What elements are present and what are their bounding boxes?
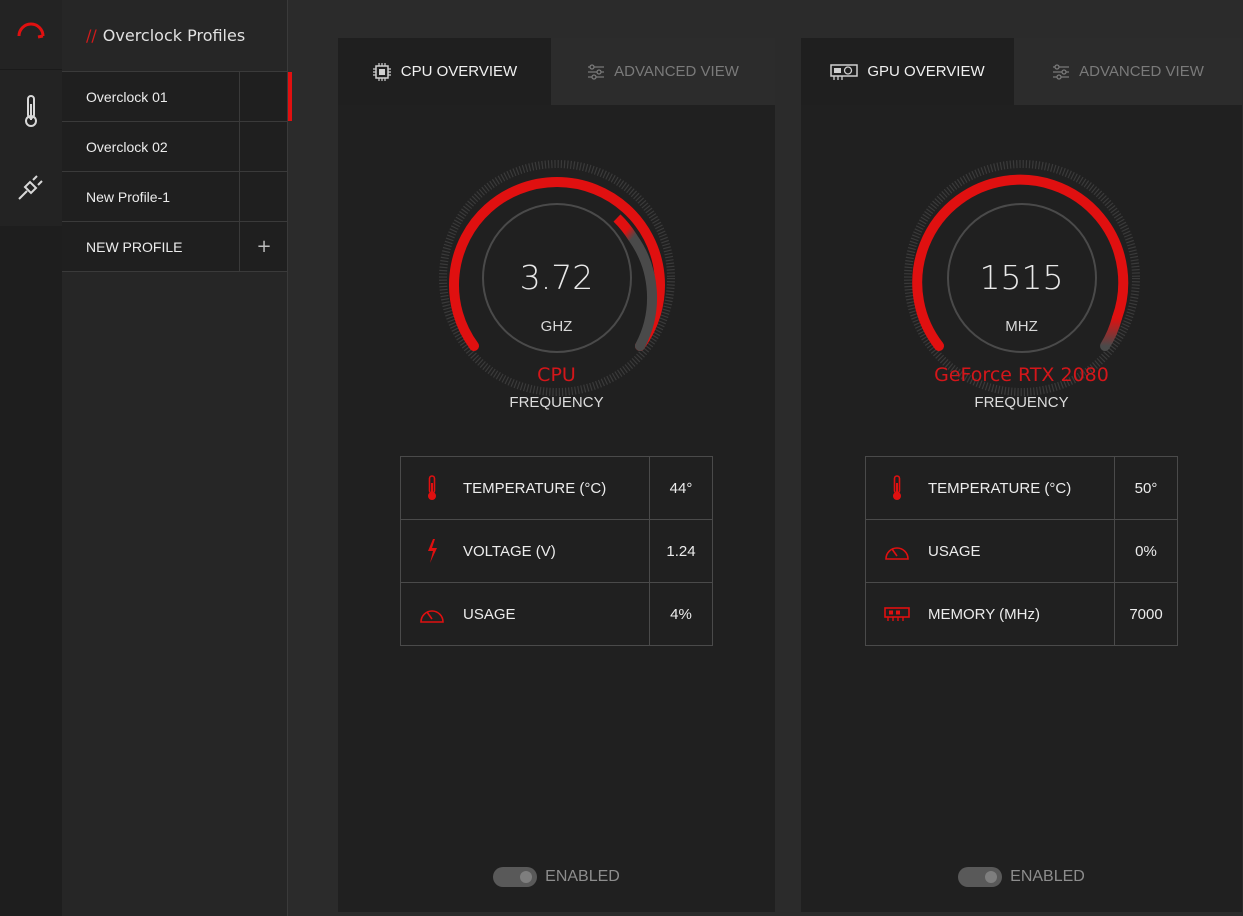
cpu-chip-icon [372, 62, 391, 81]
stat-label: VOLTAGE (V) [463, 520, 650, 582]
tab-gpu-advanced[interactable]: ADVANCED VIEW [1014, 38, 1242, 105]
profile-label: New Profile-1 [86, 188, 171, 205]
toggle-label: ENABLED [1010, 868, 1085, 885]
stat-label: USAGE [928, 520, 1115, 582]
gpu-tabs: GPU OVERVIEW ADVANCED VIEW [801, 38, 1242, 105]
stat-value: 1.24 [666, 542, 696, 560]
gauge-device-name: GeForce RTX 2080 [934, 364, 1109, 386]
profiles-header: // Overclock Profiles [62, 0, 287, 71]
rail-power[interactable] [0, 162, 62, 212]
stat-value: 7000 [1129, 605, 1163, 623]
table-row: TEMPERATURE (°C) 50° [866, 457, 1177, 520]
rail-divider [0, 69, 62, 70]
memory-icon [884, 607, 910, 621]
profile-item-overclock-02[interactable]: Overclock 02 [62, 121, 287, 171]
graphics-card-icon [830, 63, 859, 80]
cpu-enabled-toggle[interactable] [493, 867, 538, 887]
table-row: MEMORY (MHz) 7000 [866, 583, 1177, 645]
tab-cpu-advanced[interactable]: ADVANCED VIEW [551, 38, 775, 105]
gauge-icon [420, 610, 444, 623]
gauge-icon [885, 547, 909, 560]
tab-gpu-overview[interactable]: GPU OVERVIEW [801, 38, 1014, 105]
new-profile-row[interactable]: NEW PROFILE + [62, 221, 287, 272]
profile-label: Overclock 01 [86, 88, 168, 105]
gpu-stats-table: TEMPERATURE (°C) 50° USAGE 0% MEMORY (MH… [865, 456, 1178, 646]
tab-label: GPU OVERVIEW [867, 63, 985, 80]
thermometer-icon [893, 475, 901, 500]
gauge-unit: GHZ [540, 318, 573, 335]
cpu-frequency-gauge: 3.72 GHZ [437, 158, 677, 398]
table-row: USAGE 4% [401, 583, 712, 645]
cpu-panel: CPU OVERVIEW ADVANCED VIEW 3.72 GHZ CPU … [338, 38, 775, 912]
tab-label: ADVANCED VIEW [1079, 63, 1204, 80]
profile-side-cell [239, 172, 288, 221]
tab-cpu-overview[interactable]: CPU OVERVIEW [338, 38, 551, 105]
speedometer-icon [17, 22, 45, 39]
cpu-enable-toggle-group: ENABLED [338, 867, 775, 887]
rail-speedometer[interactable] [0, 5, 62, 55]
new-profile-label: NEW PROFILE [86, 238, 183, 255]
profile-side-cell [239, 122, 288, 171]
table-row: TEMPERATURE (°C) 44° [401, 457, 712, 520]
gauge-value: 1515 [979, 258, 1064, 297]
stat-value: 44° [669, 479, 693, 497]
rail-temperature[interactable] [0, 86, 62, 136]
stat-label: TEMPERATURE (°C) [928, 457, 1115, 519]
gauge-caption: FREQUENCY [974, 394, 1069, 411]
lightning-icon [428, 539, 437, 563]
gpu-frequency-gauge: 1515 MHZ [902, 158, 1142, 398]
gpu-panel: GPU OVERVIEW ADVANCED VIEW 1515 MHZ GeFo… [801, 38, 1242, 912]
toggle-label: ENABLED [545, 868, 620, 885]
stat-label: MEMORY (MHz) [928, 583, 1115, 645]
profile-item-overclock-01[interactable]: Overclock 01 [62, 71, 292, 121]
stat-value: 50° [1134, 479, 1158, 497]
table-row: USAGE 0% [866, 520, 1177, 583]
thermometer-icon [428, 475, 436, 500]
sliders-icon [1053, 63, 1070, 80]
profile-item-new-profile-1[interactable]: New Profile-1 [62, 171, 287, 221]
gauge-value: 3.72 [519, 258, 594, 297]
gauge-caption: FREQUENCY [509, 394, 604, 411]
thermometer-icon [25, 95, 37, 127]
toggle-knob [520, 871, 533, 883]
gpu-enable-toggle-group: ENABLED [801, 867, 1242, 887]
profile-side-cell [239, 72, 288, 121]
cpu-stats-table: TEMPERATURE (°C) 44° VOLTAGE (V) 1.24 US… [400, 456, 713, 646]
tab-label: ADVANCED VIEW [614, 63, 739, 80]
table-row: VOLTAGE (V) 1.24 [401, 520, 712, 583]
add-profile-button[interactable]: + [239, 222, 288, 271]
toggle-knob [985, 871, 998, 883]
stat-label: USAGE [463, 583, 650, 645]
gpu-enabled-toggle[interactable] [958, 867, 1003, 887]
stat-label: TEMPERATURE (°C) [463, 457, 650, 519]
header-slashes: // [86, 26, 97, 45]
profile-label: Overclock 02 [86, 138, 168, 155]
gauge-device-name: CPU [537, 364, 576, 386]
profiles-title: Overclock Profiles [102, 26, 246, 45]
profiles-sidebar: // Overclock Profiles Overclock 01 Overc… [62, 0, 292, 916]
gauge-unit: MHZ [1005, 318, 1038, 335]
tab-label: CPU OVERVIEW [400, 63, 518, 80]
stat-value: 4% [670, 605, 692, 623]
stat-value: 0% [1135, 542, 1157, 560]
plug-icon [18, 175, 43, 200]
cpu-tabs: CPU OVERVIEW ADVANCED VIEW [338, 38, 775, 105]
nav-rail [0, 0, 62, 916]
sliders-icon [588, 63, 605, 80]
